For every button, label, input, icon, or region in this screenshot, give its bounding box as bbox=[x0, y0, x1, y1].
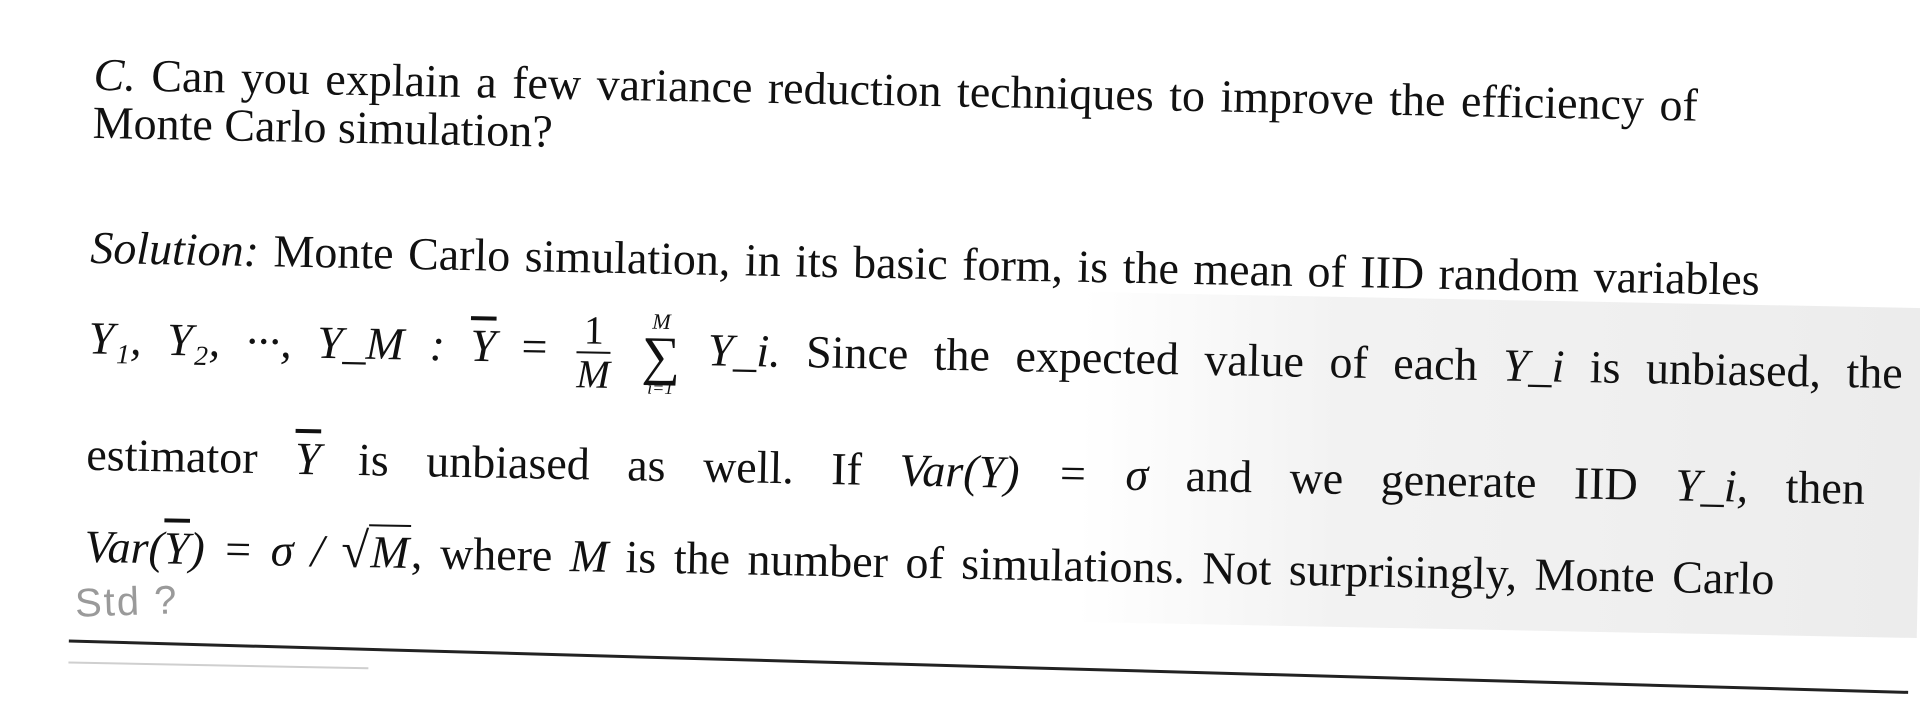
eq-variables: Y₁, Y₂, ···, Y_M : bbox=[88, 312, 446, 371]
eq-text-a: Since the expected value of each bbox=[805, 326, 1479, 391]
line4-var2: Y_i, bbox=[1674, 459, 1749, 512]
frac-numerator: 1 bbox=[576, 307, 612, 354]
sum-term: Y_i. bbox=[707, 324, 782, 377]
line5-text-a: , where bbox=[410, 527, 553, 581]
eq-text-b: is unbiased, the bbox=[1589, 341, 1904, 399]
solution-line-4: estimator Y is unbiased as well. If Var(… bbox=[85, 428, 1866, 514]
question-text-2: Monte Carlo simulation? bbox=[92, 96, 554, 157]
solution-text-1: Monte Carlo simulation, in its basic for… bbox=[273, 225, 1761, 305]
summation: M ∑ i=1 bbox=[641, 308, 681, 398]
sqrt-expression: √M bbox=[340, 521, 412, 579]
sqrt-symbol: √ bbox=[340, 521, 370, 579]
question-line-2: Monte Carlo simulation? bbox=[92, 96, 554, 157]
line5-text-b: is the number of simulations. Not surpri… bbox=[625, 531, 1775, 605]
line5-rhs: ) = σ / bbox=[188, 522, 325, 577]
solution-line-1: Solution: Monte Carlo simulation, in its… bbox=[89, 221, 1761, 305]
line5-var: M bbox=[569, 530, 609, 582]
sqrt-argument: M bbox=[368, 524, 412, 579]
line4-text-c: and we generate IID bbox=[1185, 449, 1639, 510]
equation-line: Y₁, Y₂, ···, Y_M : Y = 1 M M ∑ i=1 Y_i. … bbox=[88, 300, 1904, 421]
line4-text-a: estimator bbox=[85, 428, 259, 484]
line5-bar: Y bbox=[163, 522, 190, 574]
line5-lhs: Var( bbox=[84, 520, 165, 574]
frac-denominator: M bbox=[576, 351, 611, 397]
eq-fraction: 1 M bbox=[576, 307, 612, 397]
line4-equation: Var(Y) = σ bbox=[898, 444, 1149, 501]
document-page: C. Can you explain a few variance reduct… bbox=[0, 0, 1920, 728]
handwritten-note: Std ? bbox=[74, 578, 180, 626]
question-label: C. bbox=[93, 48, 137, 101]
sum-symbol: ∑ bbox=[641, 324, 681, 386]
eq-equals: = bbox=[521, 320, 548, 373]
solution-label: Solution: bbox=[89, 221, 260, 277]
line4-text-d: then bbox=[1785, 461, 1866, 514]
line4-var: Y bbox=[294, 432, 322, 485]
eq-lhs: Y bbox=[469, 319, 497, 372]
bottom-faint-rule bbox=[68, 661, 369, 670]
line4-text-b: is unbiased as well. If bbox=[357, 434, 863, 495]
solution-line-5: Var(Y) = σ / √M, where M is the number o… bbox=[84, 520, 1775, 605]
eq-text-var: Y_i bbox=[1502, 339, 1565, 392]
